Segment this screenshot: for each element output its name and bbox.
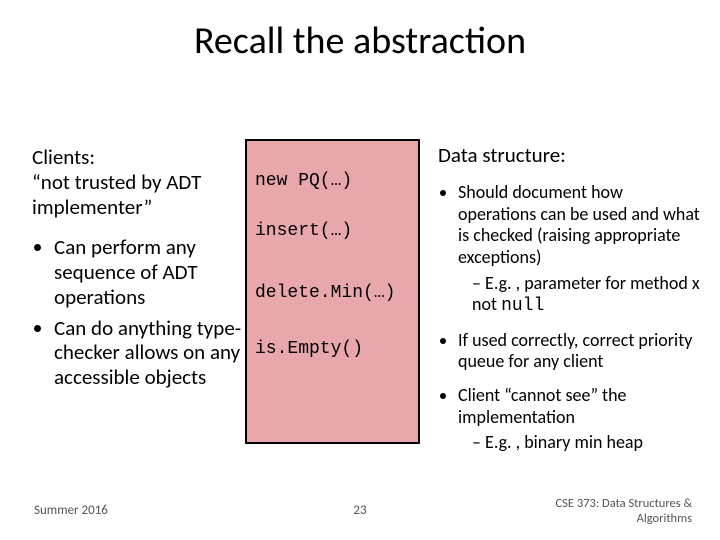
datastructure-column: Data structure: Should document how oper…: [438, 143, 700, 466]
clients-column: Clients: “not trusted by ADT implementer…: [32, 145, 242, 396]
bullet-text: Client “cannot see” the implementation: [458, 384, 627, 428]
sub-item: E.g. , parameter for method x not null: [472, 273, 700, 318]
list-item: Client “cannot see” the implementation E…: [458, 385, 700, 454]
clients-bullets: Can perform any sequence of ADT operatio…: [32, 235, 242, 390]
code-null: null: [501, 296, 544, 316]
adt-op-new: new PQ(…): [255, 171, 352, 191]
adt-op-isempty: is.Empty(): [255, 339, 363, 359]
adt-op-insert: insert(…): [255, 221, 352, 241]
adt-op-deletemin: delete.Min(…): [255, 283, 395, 303]
sub-item: E.g. , binary min heap: [472, 432, 700, 454]
datastructure-bullets: Should document how operations can be us…: [438, 182, 700, 454]
clients-intro: Clients: “not trusted by ADT implementer…: [32, 145, 242, 219]
bullet-text: If used correctly, correct priority queu…: [458, 329, 692, 373]
adt-box: new PQ(…) insert(…) delete.Min(…) is.Emp…: [245, 139, 420, 444]
list-item: Can perform any sequence of ADT operatio…: [54, 235, 242, 309]
sub-text: E.g. , binary min heap: [485, 431, 643, 453]
list-item: Should document how operations can be us…: [458, 182, 700, 318]
list-item: Can do anything type-checker allows on a…: [54, 316, 242, 390]
datastructure-title: Data structure:: [438, 143, 700, 168]
bullet-text: Should document how operations can be us…: [458, 181, 700, 268]
footer-course: CSE 373: Data Structures & Algorithms: [556, 497, 692, 526]
slide: Recall the abstraction Clients: “not tru…: [0, 0, 720, 540]
list-item: If used correctly, correct priority queu…: [458, 330, 700, 373]
slide-title: Recall the abstraction: [0, 18, 720, 64]
